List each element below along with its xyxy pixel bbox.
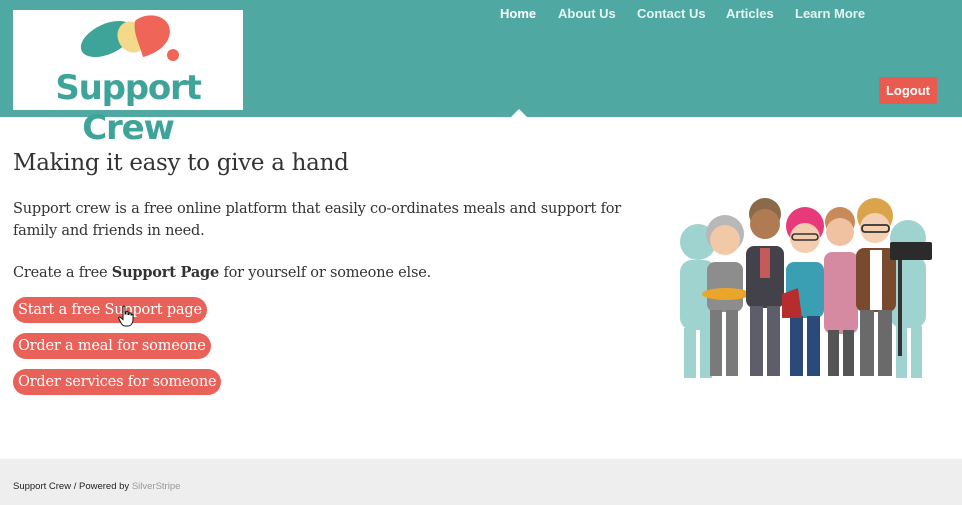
create-suffix: for yourself or someone else. (219, 265, 431, 281)
heart-logo-icon (80, 15, 179, 61)
site-logo[interactable]: Support Crew (13, 10, 243, 148)
intro-text: Support crew is a free online platform t… (13, 201, 622, 239)
footer-credit: Support Crew / Powered by (13, 481, 132, 492)
nav-about-us[interactable]: About Us (558, 0, 616, 27)
nav-learn-more[interactable]: Learn More (795, 0, 865, 27)
create-support-page-text: Create a free Support Page for yourself … (13, 264, 431, 281)
create-bold: Support Page (111, 264, 220, 281)
nav-articles[interactable]: Articles (726, 0, 774, 27)
create-prefix: Create a free (13, 265, 112, 281)
nav-contact-us[interactable]: Contact Us (637, 0, 706, 27)
page-title: Making it easy to give a hand (13, 150, 349, 176)
support-crew-people-illustration (680, 198, 932, 378)
logout-button[interactable]: Logout (879, 77, 937, 104)
hand-cursor-icon (118, 305, 134, 327)
logo-text: Support Crew (55, 68, 202, 148)
order-services-button[interactable]: Order services for someone (13, 369, 222, 395)
start-support-page-button[interactable]: Start a free Support page (13, 297, 207, 323)
silverstripe-link[interactable]: SilverStripe (132, 481, 181, 492)
site-header: Support Crew Home About Us Contact Us Ar… (0, 0, 962, 148)
footer-text: Support Crew / Powered by SilverStripe (13, 481, 180, 492)
active-nav-indicator (511, 109, 527, 117)
nav-home[interactable]: Home (500, 0, 536, 27)
order-meal-button[interactable]: Order a meal for someone (13, 333, 211, 359)
